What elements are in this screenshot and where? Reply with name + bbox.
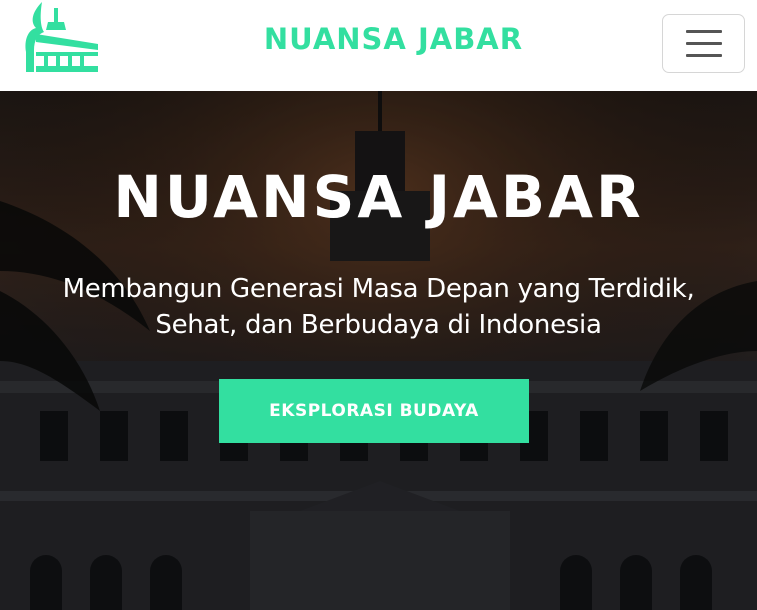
hero-section: NUANSA JABAR Membangun Generasi Masa Dep…: [0, 91, 757, 610]
hamburger-menu-icon-bar: [685, 54, 722, 57]
hero-title: NUANSA JABAR: [113, 163, 644, 231]
hamburger-menu-icon-bar: [685, 42, 722, 45]
explore-culture-button[interactable]: EKSPLORASI BUDAYA: [219, 379, 529, 443]
navbar: NUANSA JABAR: [0, 0, 757, 91]
hamburger-menu-icon: [685, 30, 722, 33]
hero-subtitle: Membangun Generasi Masa Depan yang Terdi…: [62, 274, 695, 340]
navbar-brand[interactable]: NUANSA JABAR: [0, 22, 757, 56]
hamburger-menu-button[interactable]: [662, 14, 745, 73]
